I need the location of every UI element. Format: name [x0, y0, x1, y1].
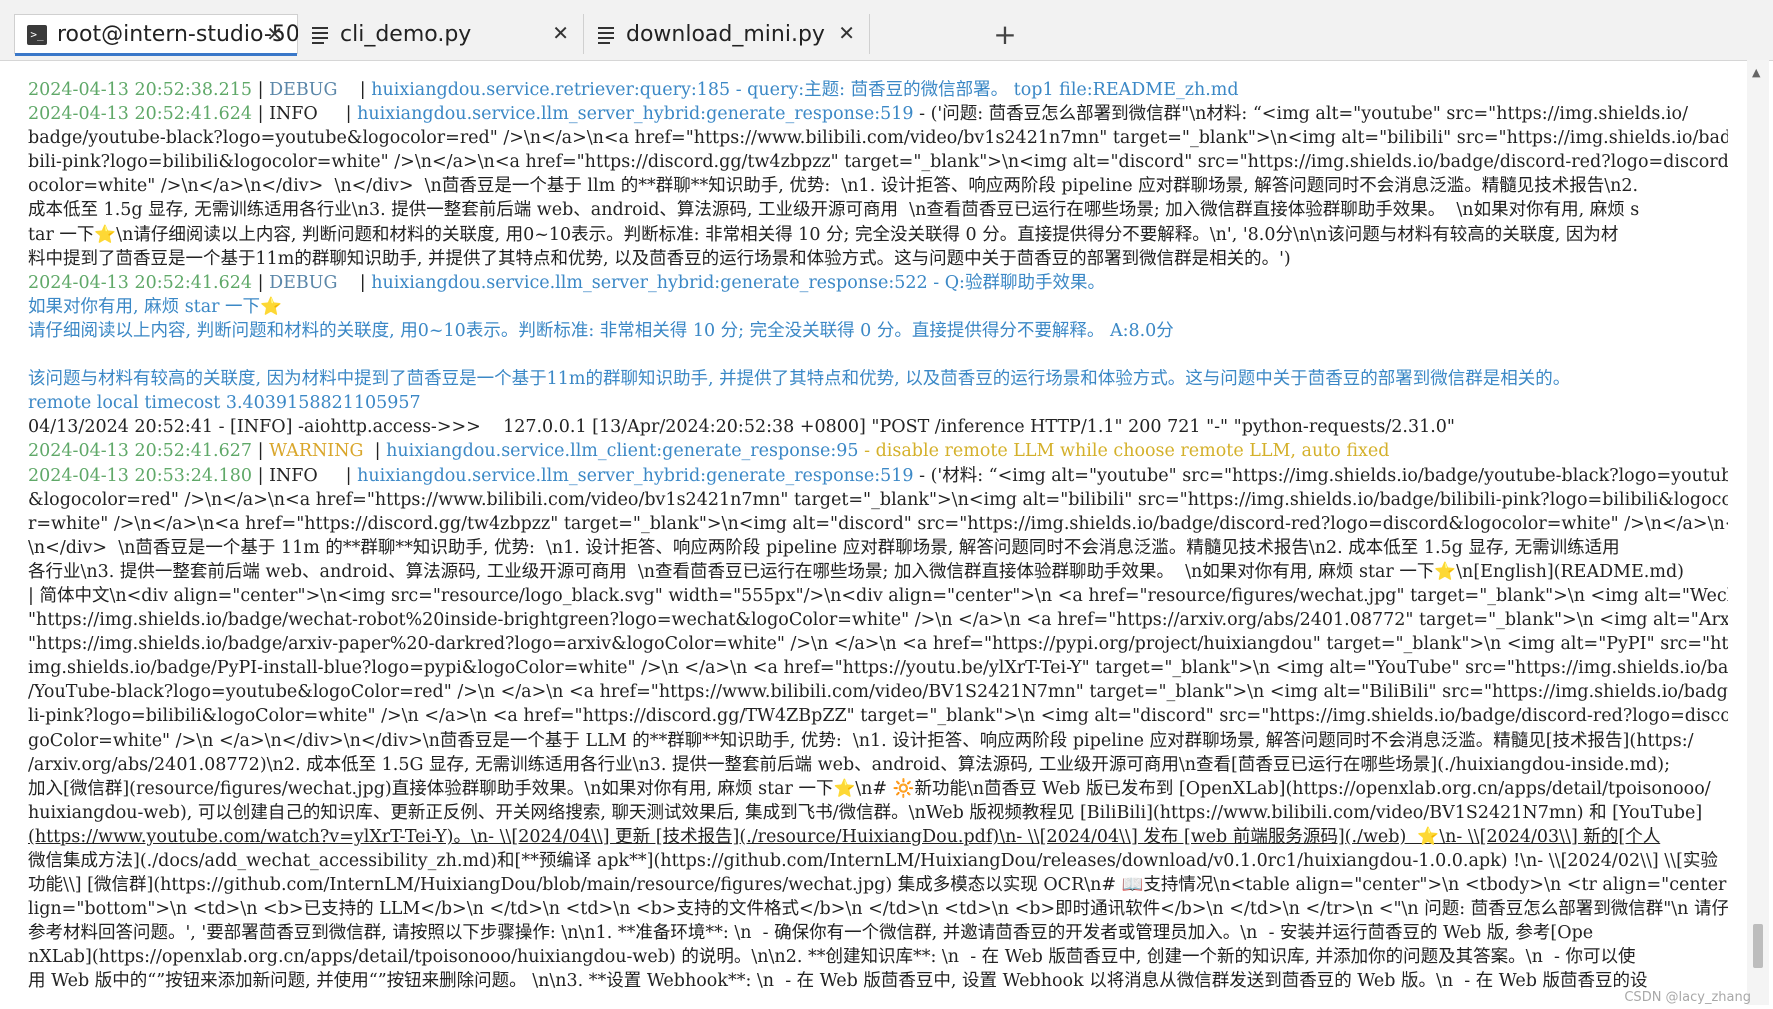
document-icon [596, 24, 616, 44]
close-icon[interactable]: ✕ [838, 22, 855, 44]
document-icon [310, 24, 330, 44]
log-source: huixiangdou.service.llm_server_hybrid:ge… [357, 104, 914, 125]
log-continuation: (https://www.youtube.com/watch?v=ylXrT-T… [28, 826, 1661, 847]
tab-label: download_mini.py [626, 21, 825, 47]
log-level: DEBUG [269, 272, 338, 293]
log-continuation: 请仔细阅读以上内容, 判断问题和材料的关联度, 用0~10表示。判断标准: 非常… [28, 320, 1174, 341]
log-continuation: 该问题与材料有较高的关联度, 因为材料中提到了茴香豆是一个基于11m的群聊知识助… [28, 369, 1571, 390]
new-tab-button[interactable]: + [987, 16, 1023, 52]
log-continuation: nXLab](https://openxlab.org.cn/apps/deta… [28, 947, 1636, 968]
log-continuation: \n</div> \n茴香豆是一个基于 11m 的**群聊**知识助手, 优势:… [28, 537, 1620, 558]
log-message: - ('材料: “<img alt="youtube" src="https:/… [913, 465, 1728, 486]
terminal-icon: >_ [27, 24, 47, 45]
tab-download-mini[interactable]: download_mini.py ✕ [584, 14, 870, 54]
log-line: 2024-04-13 20:52:41.624 | DEBUG | huixia… [28, 272, 1105, 293]
log-continuation: huixiangdou-web), 可以创建自己的知识库、更新正反例、开关网络搜… [28, 802, 1703, 823]
log-level: WARNING [269, 441, 364, 462]
log-continuation: badge/youtube-black?logo=youtube&logocol… [28, 128, 1728, 149]
log-continuation: li-pink?logo=bilibili&logoColor=white" /… [28, 706, 1728, 727]
log-continuation: 加入[微信群](resource/figures/wechat.jpg)直接体验… [28, 778, 1711, 799]
log-level: INFO [269, 465, 318, 486]
log-continuation: 成本低至 1.5g 显存, 无需训练适用各行业\n3. 提供一整套前后端 web… [28, 200, 1640, 221]
log-message: - query:主题: 茴香豆的微信部署。 top1 file:README_z… [730, 80, 1239, 100]
vertical-scrollbar[interactable]: ▲ [1747, 60, 1769, 1005]
log-continuation: "https://img.shields.io/badge/arxiv-pape… [28, 634, 1728, 655]
tab-bar: >_ root@intern-studio-50051 ✕ cli_demo.p… [0, 0, 1773, 61]
log-line: 2024-04-13 20:52:41.627 | WARNING | huix… [28, 441, 1390, 462]
log-continuation: r=white" />\n</a>\n<a href="https://disc… [28, 513, 1728, 534]
log-message: - ('问题: 茴香豆怎么部署到微信群"\n材料: “<img alt="you… [913, 104, 1688, 125]
access-log-line: 04/13/2024 20:52:41 - [INFO] -aiohttp.ac… [28, 417, 1455, 438]
log-message: - disable remote LLM while choose remote… [858, 441, 1390, 462]
terminal-output[interactable]: 2024-04-13 20:52:38.215 | DEBUG | huixia… [28, 78, 1728, 1000]
log-source: huixiangdou.service.llm_client:generate_… [386, 441, 859, 462]
log-level: DEBUG [269, 80, 338, 100]
log-continuation: lign="bottom">\n <td>\n <b>已支持的 LLM</b>\… [28, 899, 1728, 920]
log-continuation: | 简体中文\n<div align="center">\n<img src="… [28, 585, 1728, 606]
log-continuation: 用 Web 版中的“”按钮来添加新问题, 并使用“”按钮来删除问题。 \n\n3… [28, 971, 1648, 992]
scrollbar-thumb[interactable] [1753, 924, 1763, 968]
log-message: - Q:验群聊助手效果。 [927, 272, 1105, 293]
close-icon[interactable]: ✕ [552, 22, 569, 44]
log-continuation: ocolor=white" />\n</a>\n</div> \n</div> … [28, 176, 1639, 197]
log-level: INFO [269, 104, 318, 125]
log-continuation: img.shields.io/badge/PyPI-install-blue?l… [28, 658, 1728, 679]
log-continuation: /arxiv.org/abs/2401.08772)\n2. 成本低至 1.5G… [28, 754, 1671, 775]
log-source: huixiangdou.service.llm_server_hybrid:ge… [357, 465, 914, 486]
tab-label: cli_demo.py [340, 21, 472, 47]
log-continuation: "https://img.shields.io/badge/wechat-rob… [28, 610, 1728, 631]
log-continuation: goColor=white" />\n </a>\n</div>\n</div>… [28, 730, 1694, 751]
log-continuation: 料中提到了茴香豆是一个基于11m的群聊知识助手, 并提供了其特点和优势, 以及茴… [28, 248, 1291, 269]
scroll-up-icon[interactable]: ▲ [1752, 66, 1760, 79]
watermark: CSDN @lacy_zhang [1624, 990, 1751, 1005]
log-continuation: 参考材料回答问题。', '要部署茴香豆到微信群, 请按照以下步骤操作: \n\n… [28, 923, 1594, 944]
log-continuation: 各行业\n3. 提供一整套前后端 web、android、算法源码, 工业级开源… [28, 561, 1684, 582]
log-line: 2024-04-13 20:52:41.624 | INFO | huixian… [28, 104, 1688, 125]
log-continuation: 微信集成方法](./docs/add_wechat_accessibility_… [28, 851, 1718, 871]
log-source: huixiangdou.service.llm_server_hybrid:ge… [371, 272, 928, 293]
log-source: huixiangdou.service.retriever:query:185 [371, 80, 731, 100]
log-line: 2024-04-13 20:52:38.215 | DEBUG | huixia… [28, 80, 1239, 100]
log-line: 2024-04-13 20:53:24.180 | INFO | huixian… [28, 464, 1728, 488]
log-continuation: 功能\\] [微信群](https://github.com/InternLM/… [28, 875, 1728, 896]
log-continuation: tar 一下⭐\n请仔细阅读以上内容, 判断问题和材料的关联度, 用0~10表示… [28, 224, 1619, 245]
log-continuation: remote local timecost 3.4039158821105957 [28, 393, 421, 414]
close-icon[interactable]: ✕ [266, 23, 283, 45]
log-continuation: /YouTube-black?logo=youtube&logoColor=re… [28, 682, 1728, 703]
log-continuation: &logocolor=red" />\n</a>\n<a href="https… [28, 489, 1728, 510]
log-continuation: bili-pink?logo=bilibili&logocolor=white"… [28, 152, 1728, 173]
log-continuation: 如果对你有用, 麻烦 star 一下⭐ [28, 296, 282, 317]
tab-cli-demo[interactable]: cli_demo.py ✕ [298, 14, 584, 54]
tab-terminal[interactable]: >_ root@intern-studio-50051 ✕ [14, 14, 342, 56]
